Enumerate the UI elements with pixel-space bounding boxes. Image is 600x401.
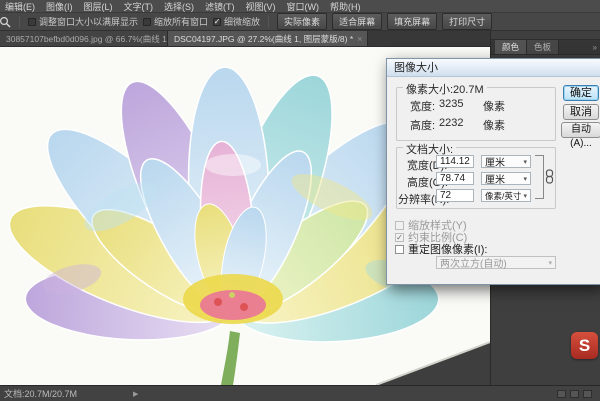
resolution-input[interactable]: [436, 189, 474, 202]
actual-pixels-button[interactable]: 实际像素: [277, 13, 327, 30]
tool-options-bar: 调整窗口大小以满屏显示 缩放所有窗口 ✓ 细微缩放 实际像素 适合屏幕 填充屏幕…: [0, 13, 600, 31]
zoom-tool-icon[interactable]: [0, 16, 11, 28]
checkbox-label: 细微缩放: [224, 15, 260, 28]
chevron-down-icon: ▾: [523, 175, 527, 183]
checkbox-checked-icon: ✓: [213, 18, 221, 26]
auto-button[interactable]: 自动(A)...: [561, 122, 600, 138]
menu-filter[interactable]: 滤镜(T): [205, 0, 235, 13]
divider: [268, 16, 269, 28]
doc-width-input[interactable]: [436, 155, 474, 168]
pixel-height-label: 高度:: [410, 117, 435, 133]
panel-mini-button[interactable]: [557, 390, 566, 398]
select-value: 厘米: [485, 154, 505, 169]
panel-mini-buttons: [557, 390, 592, 398]
menu-help[interactable]: 帮助(H): [330, 0, 361, 13]
image-size-dialog: 图像大小 像素大小:20.7M 宽度: 3235 像素 高度: 2232 像素 …: [386, 58, 600, 285]
fill-screen-button[interactable]: 填充屏幕: [387, 13, 437, 30]
menu-edit[interactable]: 编辑(E): [5, 0, 35, 13]
menu-bar: 编辑(E) 图像(I) 图层(L) 文字(T) 选择(S) 滤镜(T) 视图(V…: [0, 0, 600, 13]
pixel-width-unit: 像素: [483, 98, 505, 114]
scrubby-zoom-checkbox[interactable]: ✓ 细微缩放: [213, 15, 260, 28]
menu-select[interactable]: 选择(S): [164, 0, 194, 13]
print-size-button[interactable]: 打印尺寸: [442, 13, 492, 30]
menu-image[interactable]: 图像(I): [46, 0, 73, 13]
chevron-down-icon: ▾: [523, 192, 527, 200]
status-flyout-arrow-icon[interactable]: ▶: [133, 390, 138, 398]
menu-layer[interactable]: 图层(L): [84, 0, 113, 13]
select-value: 厘米: [485, 171, 505, 186]
resample-method-select: 两次立方(自动) ▾: [436, 256, 556, 269]
panel-tab-strip: 颜色 色板 »: [491, 39, 600, 55]
flower-core: [183, 274, 283, 324]
group-legend: 像素大小:20.7M: [403, 81, 487, 97]
ok-button[interactable]: 确定: [563, 85, 599, 101]
checkbox-icon: [395, 245, 404, 254]
fit-screen-button[interactable]: 适合屏幕: [332, 13, 382, 30]
checkbox-label: 缩放所有窗口: [154, 15, 208, 28]
tab-title: 30857107befbd0d096.jpg @ 66.7%(曲线 1, 图层蒙…: [6, 33, 168, 45]
menu-view[interactable]: 视图(V): [246, 0, 276, 13]
panel-mini-button[interactable]: [570, 390, 579, 398]
pixel-width-value: 3235: [439, 98, 463, 110]
select-value: 像素/英寸: [485, 190, 521, 202]
divider: [19, 16, 20, 28]
document-tab-1[interactable]: 30857107befbd0d096.jpg @ 66.7%(曲线 1, 图层蒙…: [0, 31, 168, 46]
panel-mini-button[interactable]: [583, 390, 592, 398]
pixel-width-label: 宽度:: [410, 98, 435, 114]
resolution-unit-select[interactable]: 像素/英寸 ▾: [481, 189, 531, 202]
checkbox-label: 调整窗口大小以满屏显示: [39, 15, 138, 28]
color-panel-tab[interactable]: 颜色: [495, 40, 527, 54]
document-tab-2-active[interactable]: DSC04197.JPG @ 27.2%(曲线 1, 图层蒙版/8) * ×: [168, 31, 368, 46]
checkbox-icon: [28, 18, 36, 26]
pixel-height-unit: 像素: [483, 117, 505, 133]
resize-windows-checkbox[interactable]: 调整窗口大小以满屏显示: [28, 15, 138, 28]
doc-height-input[interactable]: [436, 172, 474, 185]
tab-title: DSC04197.JPG @ 27.2%(曲线 1, 图层蒙版/8) *: [174, 33, 353, 45]
document-tab-bar: 30857107befbd0d096.jpg @ 66.7%(曲线 1, 图层蒙…: [0, 31, 490, 47]
doc-width-unit-select[interactable]: 厘米 ▾: [481, 155, 531, 168]
checkbox-icon: [143, 18, 151, 26]
zoom-all-windows-checkbox[interactable]: 缩放所有窗口: [143, 15, 208, 28]
status-bar: 文档:20.7M/20.7M ▶: [0, 385, 600, 401]
swatches-panel-tab[interactable]: 色板: [527, 40, 559, 54]
dialog-body: 像素大小:20.7M 宽度: 3235 像素 高度: 2232 像素 文档大小:…: [387, 77, 600, 284]
pixel-height-value: 2232: [439, 117, 463, 129]
select-value: 两次立方(自动): [440, 255, 507, 270]
close-icon[interactable]: ×: [357, 34, 362, 44]
collapse-dock-icon[interactable]: »: [593, 40, 597, 54]
menu-window[interactable]: 窗口(W): [287, 0, 320, 13]
doc-height-unit-select[interactable]: 厘米 ▾: [481, 172, 531, 185]
watermark-badge: S: [571, 332, 598, 359]
dialog-title[interactable]: 图像大小: [387, 59, 600, 77]
dimension-link-bracket: [535, 155, 544, 199]
document-size-readout[interactable]: 文档:20.7M/20.7M: [4, 387, 77, 400]
chevron-down-icon: ▾: [548, 259, 552, 267]
cancel-button[interactable]: 取消: [563, 104, 599, 120]
link-chain-icon: [545, 169, 554, 184]
menu-type[interactable]: 文字(T): [124, 0, 154, 13]
chevron-down-icon: ▾: [523, 158, 527, 166]
